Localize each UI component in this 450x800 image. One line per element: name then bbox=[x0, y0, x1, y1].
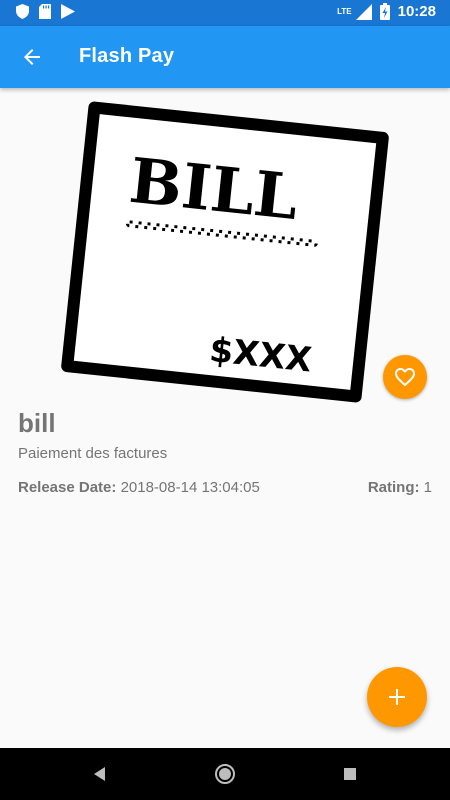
rating: Rating: 1 bbox=[368, 479, 432, 496]
page-title: Flash Pay bbox=[79, 45, 175, 67]
item-name: bill bbox=[18, 408, 56, 438]
arrow-back-icon[interactable] bbox=[20, 45, 44, 69]
battery-charging-icon bbox=[379, 3, 390, 20]
shield-icon bbox=[16, 4, 29, 19]
system-nav-bar bbox=[0, 748, 450, 800]
app-bar: Flash Pay bbox=[0, 26, 450, 88]
rating-label: Rating: bbox=[367, 479, 420, 496]
bill-illustration: BILL $XXX bbox=[61, 101, 389, 403]
play-store-icon bbox=[61, 4, 75, 19]
back-triangle-icon[interactable] bbox=[88, 762, 112, 786]
item-description: Paiement des factures bbox=[18, 445, 168, 462]
add-fab-button[interactable] bbox=[367, 667, 427, 727]
signal-icon bbox=[355, 3, 372, 20]
plus-icon bbox=[389, 689, 405, 705]
home-circle-icon[interactable] bbox=[213, 762, 237, 786]
sd-card-icon bbox=[39, 4, 51, 19]
recents-square-icon[interactable] bbox=[338, 762, 362, 786]
clock: 10:28 bbox=[397, 3, 436, 20]
rating-value: 1 bbox=[423, 479, 432, 496]
network-type: LTE bbox=[337, 7, 352, 16]
heart-outline-icon bbox=[395, 368, 415, 387]
release-date: Release Date: 2018-08-14 13:04:05 bbox=[18, 479, 260, 496]
status-bar-right-icons: LTE 10:28 bbox=[337, 3, 436, 20]
favorite-button[interactable] bbox=[383, 355, 427, 399]
status-bar: LTE 10:28 bbox=[0, 0, 450, 26]
release-date-label: Release Date: bbox=[18, 479, 117, 496]
status-bar-left-icons bbox=[16, 4, 75, 19]
release-date-value: 2018-08-14 13:04:05 bbox=[120, 479, 260, 496]
